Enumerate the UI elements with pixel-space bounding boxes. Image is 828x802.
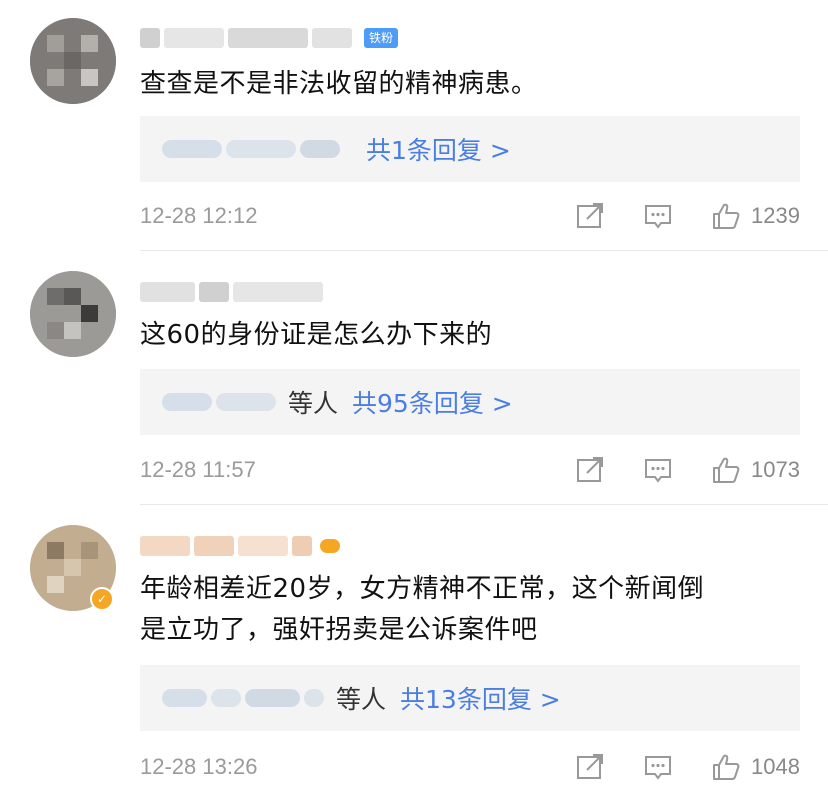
like-count: 1073 <box>751 457 800 482</box>
timestamp: 12-28 11:57 <box>140 457 256 482</box>
comment-meta: 12-28 12:12 1239 <box>140 201 800 231</box>
share-icon[interactable] <box>575 455 605 485</box>
username[interactable] <box>140 535 340 557</box>
like-count: 1048 <box>751 754 800 779</box>
comment-icon[interactable] <box>643 201 673 231</box>
avatar[interactable] <box>30 271 116 357</box>
reply-count-link[interactable]: 共95条回复 > <box>352 384 513 420</box>
avatar[interactable] <box>30 18 116 104</box>
like-count: 1239 <box>751 203 800 228</box>
comment-text: 查查是不是非法收留的精神病患。 <box>140 69 538 99</box>
share-icon[interactable] <box>575 752 605 782</box>
reply-usernames <box>162 689 328 707</box>
username[interactable]: 铁粉 <box>140 27 399 49</box>
fan-badge: 铁粉 <box>364 28 399 48</box>
comment-item: 铁粉 查查是不是非法收留的精神病患。 共1条回复 > 12-28 12:12 1… <box>0 0 828 250</box>
reply-preview[interactable]: 共1条回复 > <box>140 116 800 182</box>
reply-usernames <box>162 393 280 411</box>
comment-text: 这60的身份证是怎么办下来的 <box>140 320 493 350</box>
reply-usernames <box>162 140 344 158</box>
share-icon[interactable] <box>575 201 605 231</box>
comment-meta: 12-28 13:26 1048 <box>140 752 800 782</box>
comment-text: 年龄相差近20岁，女方精神不正常，这个新闻倒 是立功了，强奸拐卖是公诉案件吧 <box>140 574 705 645</box>
timestamp: 12-28 12:12 <box>140 203 258 228</box>
username[interactable] <box>140 281 327 303</box>
verified-badge-icon: ✓ <box>90 587 114 611</box>
reply-count-link[interactable]: 共13条回复 > <box>400 680 561 716</box>
comment-meta: 12-28 11:57 1073 <box>140 455 800 485</box>
comment-item: 这60的身份证是怎么办下来的 等人 共95条回复 > 12-28 11:57 1… <box>0 251 828 504</box>
member-badge-icon <box>320 539 340 553</box>
timestamp: 12-28 13:26 <box>140 754 258 779</box>
reply-count-link[interactable]: 共1条回复 > <box>366 131 511 167</box>
thumbs-up-icon[interactable] <box>711 455 741 485</box>
thumbs-up-icon[interactable] <box>711 201 741 231</box>
comment-icon[interactable] <box>643 455 673 485</box>
comment-item: ✓ 年龄相差近20岁，女方精神不正常，这个新闻倒 是立功了，强奸拐卖是公诉案件吧… <box>0 505 828 802</box>
thumbs-up-icon[interactable] <box>711 752 741 782</box>
comment-icon[interactable] <box>643 752 673 782</box>
reply-preview[interactable]: 等人 共13条回复 > <box>140 665 800 731</box>
reply-preview[interactable]: 等人 共95条回复 > <box>140 369 800 435</box>
